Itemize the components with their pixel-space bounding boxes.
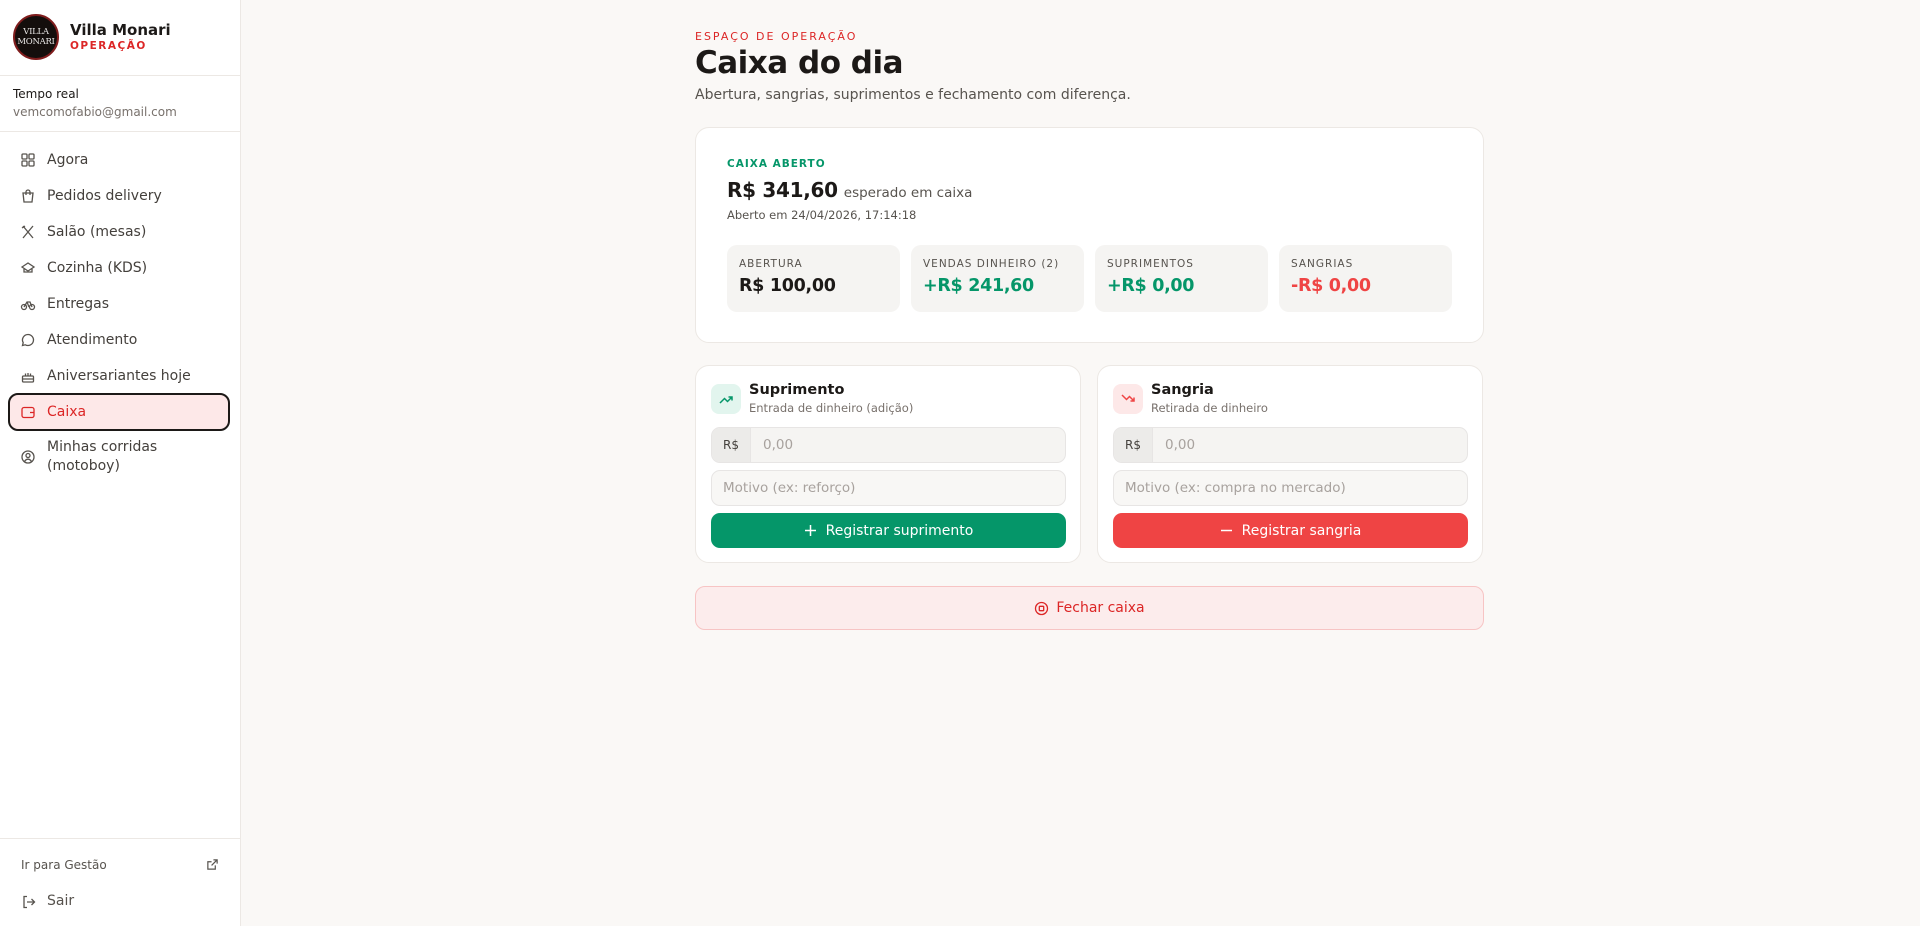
go-to-gestao-link[interactable]: Ir para Gestão: [21, 858, 107, 872]
stat-suprimentos: SUPRIMENTOS +R$ 0,00: [1095, 245, 1268, 312]
trending-down-icon: [1113, 384, 1143, 414]
suprimento-card: Suprimento Entrada de dinheiro (adição) …: [695, 365, 1081, 563]
expected-amount: R$ 341,60: [727, 178, 838, 202]
close-cash-button[interactable]: Fechar caixa: [695, 586, 1484, 630]
suprimento-reason-input[interactable]: [711, 470, 1066, 506]
suprimento-title: Suprimento: [749, 382, 845, 398]
suprimento-amount-field: R$: [711, 427, 1066, 463]
brand-logo: VILLA MONARI: [13, 14, 59, 60]
sangria-reason-input[interactable]: [1113, 470, 1468, 506]
sidebar-item-cozinha[interactable]: Cozinha (KDS): [8, 251, 230, 285]
stat-value: -R$ 0,00: [1291, 276, 1371, 296]
chef-hat-icon: [20, 262, 36, 273]
suprimento-subtitle: Entrada de dinheiro (adição): [749, 401, 914, 415]
bike-icon: [20, 301, 36, 311]
button-label: Registrar suprimento: [825, 522, 974, 539]
trending-up-icon: [711, 384, 741, 414]
utensils-icon: [21, 225, 34, 239]
sidebar-item-label: Pedidos delivery: [47, 187, 162, 204]
page-eyebrow: ESPAÇO DE OPERAÇÃO: [695, 30, 858, 43]
button-label: Registrar sangria: [1241, 522, 1362, 539]
sidebar-item-label: Minhas corridas (motoboy): [47, 439, 158, 474]
sidebar-item-atendimento[interactable]: Atendimento: [8, 323, 230, 357]
currency-prefix: R$: [712, 428, 751, 462]
minus-icon: [1220, 529, 1232, 532]
sangria-subtitle: Retirada de dinheiro: [1151, 401, 1268, 415]
user-info: Tempo real vemcomofabio@gmail.com: [0, 76, 240, 132]
sidebar-item-caixa[interactable]: Caixa: [8, 393, 230, 431]
user-mode-label: Tempo real: [13, 87, 79, 101]
sidebar-item-agora[interactable]: Agora: [8, 143, 230, 177]
stat-value: +R$ 0,00: [1107, 276, 1195, 296]
stat-sangrias: SANGRIAS -R$ 0,00: [1279, 245, 1452, 312]
sidebar-item-label: Caixa: [47, 403, 87, 420]
chat-bubble-icon: [21, 333, 35, 347]
wallet-icon: [21, 406, 35, 419]
logout-icon: [23, 895, 36, 909]
stat-value: R$ 100,00: [739, 276, 836, 296]
external-link-icon[interactable]: [206, 858, 219, 871]
sidebar-item-pedidos-delivery[interactable]: Pedidos delivery: [8, 179, 230, 213]
currency-prefix: R$: [1114, 428, 1153, 462]
user-email: vemcomofabio@gmail.com: [13, 105, 177, 119]
sangria-amount-input[interactable]: [1154, 428, 1467, 462]
suprimento-amount-input[interactable]: [752, 428, 1065, 462]
stat-label: SUPRIMENTOS: [1107, 258, 1194, 270]
stat-label: VENDAS DINHEIRO (2): [923, 258, 1060, 270]
shopping-bag-icon: [22, 189, 34, 203]
brand-subtitle: OPERAÇÃO: [70, 40, 147, 52]
brand-header: VILLA MONARI Villa Monari OPERAÇÃO: [0, 0, 240, 76]
stop-circle-icon: [1035, 601, 1049, 615]
logout-button[interactable]: Sair: [21, 892, 221, 912]
register-sangria-button[interactable]: Registrar sangria: [1113, 513, 1468, 548]
cake-icon: [21, 373, 35, 383]
register-suprimento-button[interactable]: Registrar suprimento: [711, 513, 1066, 548]
sidebar-item-label: Cozinha (KDS): [47, 259, 148, 276]
sidebar-item-label: Atendimento: [47, 331, 138, 348]
sidebar-item-aniversariantes[interactable]: Aniversariantes hoje: [8, 359, 230, 393]
stat-abertura: ABERTURA R$ 100,00: [727, 245, 900, 312]
grid-icon: [21, 153, 35, 167]
stat-label: SANGRIAS: [1291, 258, 1354, 270]
sidebar-item-entregas[interactable]: Entregas: [8, 287, 230, 321]
sidebar-item-salao[interactable]: Salão (mesas): [8, 215, 230, 249]
status-badge: CAIXA ABERTO: [727, 158, 826, 170]
stat-value: +R$ 241,60: [923, 276, 1034, 296]
button-label: Fechar caixa: [1056, 600, 1145, 616]
sidebar-item-label: Salão (mesas): [47, 223, 147, 240]
sangria-amount-field: R$: [1113, 427, 1468, 463]
sidebar-footer-divider: [0, 838, 240, 839]
sidebar-item-label: Aniversariantes hoje: [47, 367, 191, 384]
expected-amount-caption: esperado em caixa: [843, 185, 973, 201]
sangria-title: Sangria: [1151, 382, 1214, 398]
brand-name: Villa Monari: [70, 21, 171, 39]
plus-icon: [804, 525, 816, 536]
user-circle-icon: [21, 450, 35, 464]
stat-vendas-dinheiro: VENDAS DINHEIRO (2) +R$ 241,60: [911, 245, 1084, 312]
sidebar-item-label: Entregas: [47, 295, 110, 312]
stat-label: ABERTURA: [739, 258, 803, 270]
page-subtitle: Abertura, sangrias, suprimentos e fecham…: [695, 87, 1131, 103]
logout-label: Sair: [47, 893, 75, 909]
opened-at: Aberto em 24/04/2026, 17:14:18: [727, 208, 917, 222]
cash-status-card: CAIXA ABERTO R$ 341,60 esperado em caixa…: [695, 127, 1484, 343]
sangria-card: Sangria Retirada de dinheiro R$ Registra…: [1097, 365, 1483, 563]
sidebar: VILLA MONARI Villa Monari OPERAÇÃO Tempo…: [0, 0, 241, 926]
page-title: Caixa do dia: [695, 45, 904, 81]
sidebar-item-label: Agora: [47, 151, 89, 168]
sidebar-item-minhas-corridas[interactable]: Minhas corridas (motoboy): [8, 434, 230, 480]
expected-amount-row: R$ 341,60 esperado em caixa: [727, 178, 972, 202]
